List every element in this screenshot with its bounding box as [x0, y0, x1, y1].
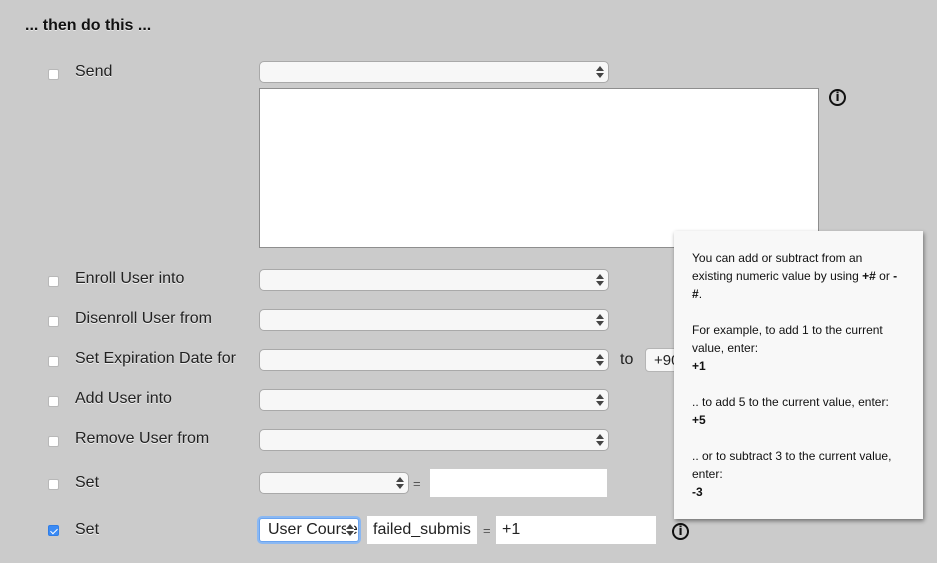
select-arrows-icon [596, 313, 604, 327]
select-arrows-icon [596, 433, 604, 447]
tooltip-plus-syntax: +# [862, 269, 876, 283]
set-label-1: Set [75, 474, 100, 491]
select-arrows-icon [596, 273, 604, 287]
remove-user-select[interactable] [259, 429, 609, 451]
set-value-input-2[interactable]: +1 [496, 516, 656, 544]
equals-sign: = [413, 476, 421, 491]
disenroll-checkbox[interactable] [48, 316, 59, 327]
send-label: Send [75, 63, 113, 80]
expiration-to-label: to [620, 351, 634, 368]
enroll-select[interactable] [259, 269, 609, 291]
set-field-input-2[interactable]: failed_submis [367, 516, 477, 544]
enroll-label: Enroll User into [75, 270, 185, 287]
tooltip-example-2-value: +5 [692, 413, 706, 427]
equals-sign: = [483, 523, 491, 538]
disenroll-select[interactable] [259, 309, 609, 331]
set-value-input-1[interactable] [430, 469, 607, 497]
select-arrows-icon [596, 353, 604, 367]
tooltip-example-1-text: For example, to add 1 to the current val… [692, 323, 883, 355]
select-arrows-icon [396, 476, 404, 490]
select-arrows-icon [596, 65, 604, 79]
add-user-checkbox[interactable] [48, 396, 59, 407]
section-heading: ... then do this ... [25, 17, 152, 34]
tooltip-example-3-text: .. or to subtract 3 to the current value… [692, 449, 892, 481]
set-checkbox-2[interactable] [48, 525, 59, 536]
send-message-textarea[interactable] [259, 88, 819, 248]
tooltip-intro-text: You can add or subtract from an existing… [692, 251, 863, 283]
set-scope-select-2[interactable]: User Course [259, 518, 359, 542]
info-icon[interactable]: i [829, 89, 846, 106]
send-select[interactable] [259, 61, 609, 83]
enroll-checkbox[interactable] [48, 276, 59, 287]
tooltip-intro: You can add or subtract from an existing… [692, 251, 898, 301]
expiration-checkbox[interactable] [48, 356, 59, 367]
tooltip-example-1-value: +1 [692, 359, 706, 373]
set-field-select-1[interactable] [259, 472, 409, 494]
remove-user-checkbox[interactable] [48, 436, 59, 447]
tooltip-or-text: or [879, 269, 890, 283]
expiration-label: Set Expiration Date for [75, 350, 236, 367]
tooltip-example-3: .. or to subtract 3 to the current value… [692, 447, 905, 501]
remove-user-label: Remove User from [75, 430, 210, 447]
select-arrows-icon [596, 393, 604, 407]
add-user-label: Add User into [75, 390, 172, 407]
tooltip-example-2: .. to add 5 to the current value, enter:… [692, 393, 905, 429]
send-checkbox[interactable] [48, 69, 59, 80]
expiration-select[interactable] [259, 349, 609, 371]
tooltip-example-2-text: .. to add 5 to the current value, enter: [692, 395, 889, 409]
set-checkbox-1[interactable] [48, 479, 59, 490]
tooltip-example-3-value: -3 [692, 485, 703, 499]
add-user-select[interactable] [259, 389, 609, 411]
info-icon[interactable]: i [672, 523, 689, 540]
disenroll-label: Disenroll User from [75, 310, 212, 327]
tooltip-example-1: For example, to add 1 to the current val… [692, 321, 905, 375]
set-scope-value: User Course [268, 521, 358, 538]
help-tooltip: You can add or subtract from an existing… [674, 231, 923, 519]
set-label-2: Set [75, 521, 100, 538]
select-arrows-icon [346, 523, 354, 537]
